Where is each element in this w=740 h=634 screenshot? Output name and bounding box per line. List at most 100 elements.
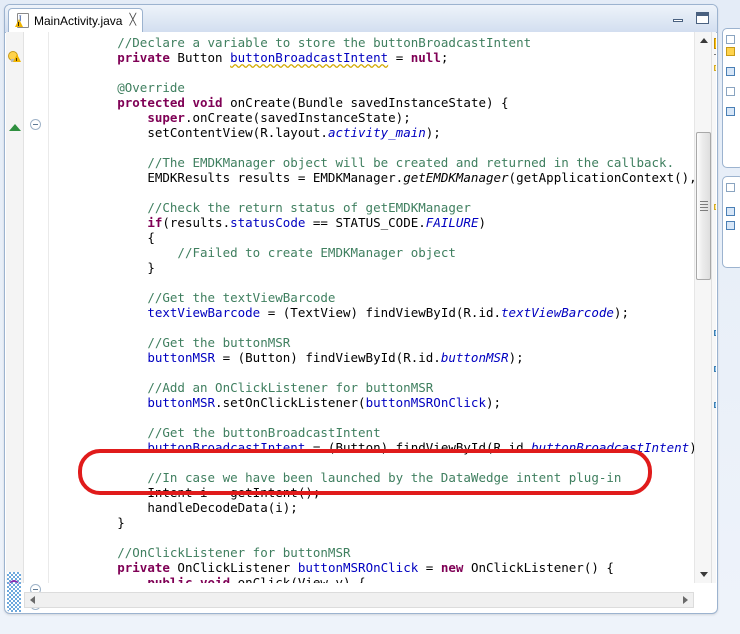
horizontal-scrollbar[interactable] bbox=[24, 592, 694, 608]
code-line[interactable]: private OnClickListener buttonMSROnClick… bbox=[49, 560, 694, 575]
folding-ruler[interactable] bbox=[24, 32, 49, 583]
scroll-up-arrow-icon[interactable] bbox=[697, 34, 710, 47]
code-token: ); bbox=[426, 125, 441, 140]
code-line[interactable]: textViewBarcode = (TextView) findViewByI… bbox=[49, 305, 694, 320]
code-token: //OnClickListener for buttonMSR bbox=[117, 545, 350, 560]
code-indent bbox=[57, 380, 147, 395]
code-line[interactable]: protected void onCreate(Bundle savedInst… bbox=[49, 95, 694, 110]
code-token: buttonMSR bbox=[441, 350, 509, 365]
code-line[interactable]: //Get the buttonMSR bbox=[49, 335, 694, 350]
overview-marker[interactable] bbox=[714, 38, 716, 49]
code-line[interactable] bbox=[49, 275, 694, 290]
code-token: void bbox=[192, 95, 222, 110]
code-line[interactable]: super.onCreate(savedInstanceState); bbox=[49, 110, 694, 125]
code-indent bbox=[57, 515, 117, 530]
quickfix-warning-icon[interactable] bbox=[8, 50, 22, 64]
code-token: Intent i = getIntent(); bbox=[147, 485, 320, 500]
code-line[interactable] bbox=[49, 65, 694, 80]
code-indent bbox=[57, 395, 147, 410]
code-token: (getApplicationContext(), bbox=[509, 170, 694, 185]
changed-lines-marker bbox=[7, 572, 21, 612]
code-token: ; bbox=[441, 50, 449, 65]
code-line[interactable] bbox=[49, 140, 694, 155]
minimize-button[interactable] bbox=[672, 13, 685, 24]
outline-view-partial[interactable] bbox=[722, 28, 740, 168]
code-line[interactable]: buttonMSR = (Button) findViewById(R.id.b… bbox=[49, 350, 694, 365]
overview-marker[interactable] bbox=[714, 204, 716, 210]
code-line[interactable] bbox=[49, 365, 694, 380]
overview-marker[interactable] bbox=[714, 402, 716, 408]
code-token: //Get the buttonBroadcastIntent bbox=[147, 425, 380, 440]
code-line[interactable]: //Get the buttonBroadcastIntent bbox=[49, 425, 694, 440]
outline-item-icon bbox=[726, 47, 735, 56]
editor-tab-mainactivity-java[interactable]: J MainActivity.java ╳ bbox=[8, 8, 143, 32]
code-line[interactable]: Intent i = getIntent(); bbox=[49, 485, 694, 500]
code-line[interactable] bbox=[49, 320, 694, 335]
code-token: buttonMSR bbox=[147, 395, 215, 410]
code-line[interactable]: buttonBroadcastIntent = (Button) findVie… bbox=[49, 440, 694, 455]
code-line[interactable]: //In case we have been launched by the D… bbox=[49, 470, 694, 485]
code-line[interactable]: public void onClick(View v) { bbox=[49, 575, 694, 583]
code-line[interactable]: //Declare a variable to store the button… bbox=[49, 35, 694, 50]
code-token: = (Button) findViewById(R.id. bbox=[215, 350, 441, 365]
code-line[interactable]: //Failed to create EMDKManager object bbox=[49, 245, 694, 260]
code-indent bbox=[57, 245, 177, 260]
code-line[interactable]: EMDKResults results = EMDKManager.getEMD… bbox=[49, 170, 694, 185]
code-line[interactable] bbox=[49, 455, 694, 470]
code-line[interactable]: //Check the return status of getEMDKMana… bbox=[49, 200, 694, 215]
overview-ruler[interactable] bbox=[711, 32, 716, 583]
outline-item-icon bbox=[726, 67, 735, 76]
vertical-scrollbar-thumb[interactable] bbox=[696, 132, 711, 280]
close-icon[interactable]: ╳ bbox=[129, 15, 136, 26]
vertical-scrollbar[interactable] bbox=[694, 32, 712, 583]
code-token: .onCreate(savedInstanceState); bbox=[185, 110, 411, 125]
code-line[interactable]: //Add an OnClickListener for buttonMSR bbox=[49, 380, 694, 395]
code-editor-area[interactable]: //Declare a variable to store the button… bbox=[49, 32, 694, 583]
overview-marker[interactable] bbox=[714, 65, 716, 71]
code-token: (results. bbox=[162, 215, 230, 230]
code-token: = bbox=[388, 50, 411, 65]
collapse-up-arrow-icon[interactable] bbox=[9, 124, 21, 131]
eclipse-ide-window: J MainActivity.java ╳ bbox=[0, 0, 740, 634]
code-line[interactable]: { bbox=[49, 230, 694, 245]
code-token: statusCode bbox=[230, 215, 305, 230]
code-indent bbox=[57, 95, 117, 110]
code-token: //Get the buttonMSR bbox=[147, 335, 290, 350]
code-line[interactable]: //Get the textViewBarcode bbox=[49, 290, 694, 305]
code-line[interactable]: //The EMDKManager object will be created… bbox=[49, 155, 694, 170]
code-line[interactable]: handleDecodeData(i); bbox=[49, 500, 694, 515]
code-indent bbox=[57, 335, 147, 350]
code-line[interactable]: setContentView(R.layout.activity_main); bbox=[49, 125, 694, 140]
code-text: //Declare a variable to store the button… bbox=[49, 35, 694, 583]
code-line[interactable] bbox=[49, 530, 694, 545]
scroll-left-arrow-icon[interactable] bbox=[26, 594, 39, 606]
outline-item-icon bbox=[726, 87, 735, 96]
code-line[interactable]: @Override bbox=[49, 80, 694, 95]
scroll-right-arrow-icon[interactable] bbox=[679, 594, 692, 606]
right-side-views bbox=[718, 4, 740, 612]
code-token: //Get the textViewBarcode bbox=[147, 290, 335, 305]
secondary-view-partial[interactable] bbox=[722, 176, 740, 268]
overview-marker[interactable] bbox=[714, 366, 716, 372]
code-line[interactable] bbox=[49, 410, 694, 425]
part-window-buttons bbox=[672, 12, 709, 24]
code-line[interactable]: } bbox=[49, 260, 694, 275]
code-line[interactable]: //OnClickListener for buttonMSR bbox=[49, 545, 694, 560]
java-file-warning-icon: J bbox=[15, 13, 29, 28]
fold-collapse-icon[interactable] bbox=[30, 119, 41, 130]
scroll-down-arrow-icon[interactable] bbox=[697, 568, 710, 581]
code-line[interactable]: private Button buttonBroadcastIntent = n… bbox=[49, 50, 694, 65]
overview-marker[interactable] bbox=[714, 330, 716, 336]
code-line[interactable] bbox=[49, 185, 694, 200]
code-line[interactable]: buttonMSR.setOnClickListener(buttonMSROn… bbox=[49, 395, 694, 410]
code-token: = bbox=[418, 560, 441, 575]
code-line[interactable]: if(results.statusCode == STATUS_CODE.FAI… bbox=[49, 215, 694, 230]
code-token: void bbox=[200, 575, 230, 583]
code-token: activity_main bbox=[328, 125, 426, 140]
code-token: textViewBarcode bbox=[501, 305, 614, 320]
code-token: //Declare a variable to store the button… bbox=[117, 35, 531, 50]
annotation-ruler[interactable] bbox=[6, 32, 24, 583]
code-line[interactable]: } bbox=[49, 515, 694, 530]
maximize-button[interactable] bbox=[696, 12, 709, 24]
code-token: handleDecodeData(i); bbox=[147, 500, 298, 515]
